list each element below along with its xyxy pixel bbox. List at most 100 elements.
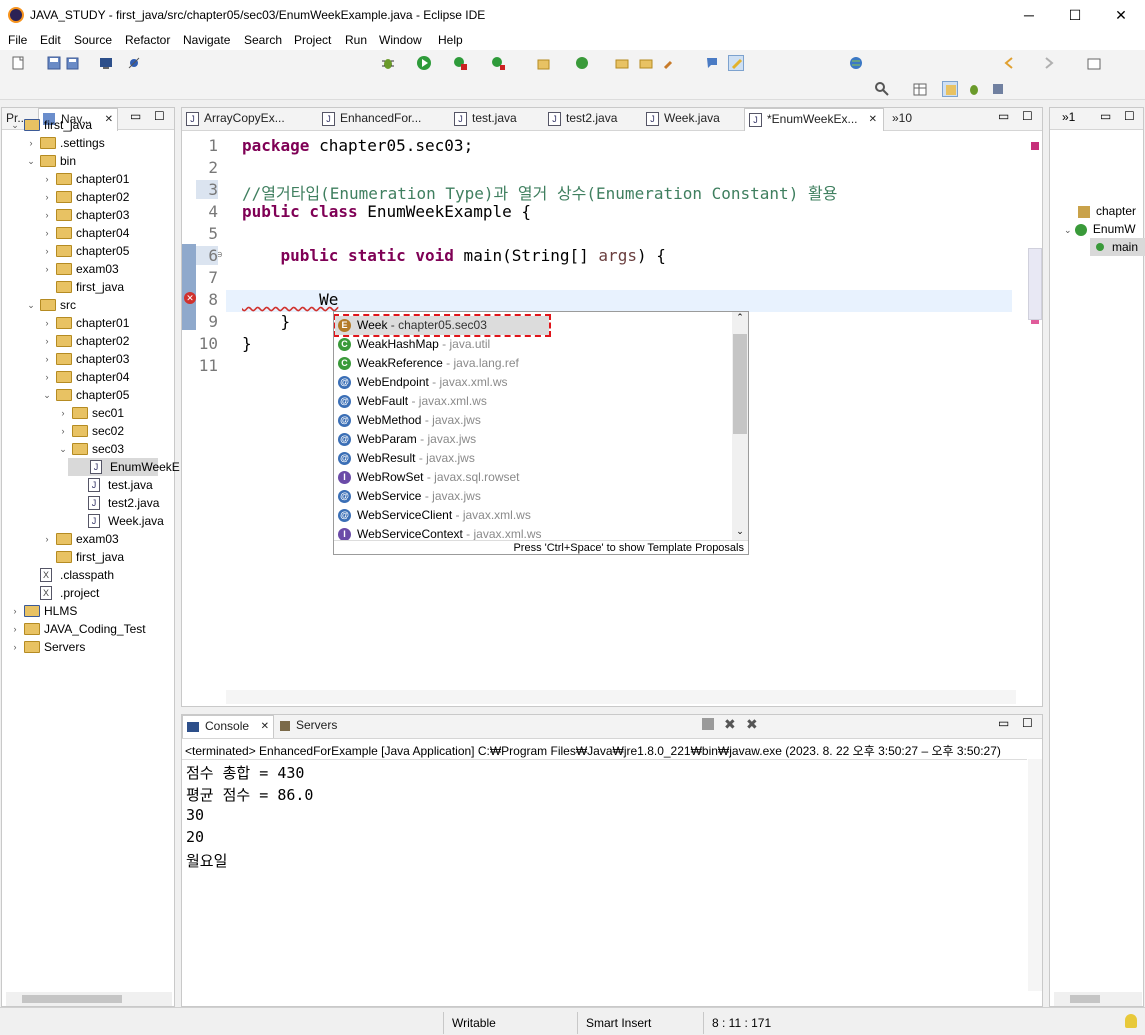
tab-test[interactable]: Jtest.java (450, 108, 538, 130)
tree-item[interactable]: › chapter05 (2, 242, 174, 260)
menu-project[interactable]: Project (294, 33, 331, 47)
chevron-down-icon[interactable]: ⌄ (26, 152, 36, 170)
console-vscroll[interactable] (1028, 759, 1042, 991)
save-icon[interactable] (46, 55, 62, 71)
menu-refactor[interactable]: Refactor (125, 33, 170, 47)
tree-item[interactable]: › chapter01 (2, 314, 174, 332)
assist-item[interactable]: E Week - chapter05.sec03 (334, 314, 551, 337)
tree-item[interactable]: ⌄ first_java (2, 116, 174, 134)
minimize-view-icon[interactable]: ▭ (998, 109, 1009, 123)
lightbulb-icon[interactable] (1125, 1014, 1137, 1028)
tree-item[interactable]: ⌄ src (2, 296, 174, 314)
remove-all-icon[interactable]: ✖ (746, 716, 758, 733)
outline-item-enum[interactable]: ⌄ EnumW (1064, 222, 1136, 236)
error-icon[interactable]: ✕ (184, 292, 196, 304)
tab-arraycopy[interactable]: J ArrayCopyEx... (182, 108, 312, 130)
chevron-right-icon[interactable]: › (58, 422, 68, 440)
console-output[interactable]: 점수 총합 = 430 평균 점수 = 86.0 30 20 월요일 (182, 759, 1027, 989)
debug-icon[interactable] (380, 55, 396, 71)
minimize-view-icon[interactable]: ▭ (1100, 109, 1111, 123)
tab-enhancedfor[interactable]: J EnhancedFor... (318, 108, 444, 130)
tab-console[interactable]: Console ✕ (182, 715, 274, 738)
terminal-icon[interactable] (98, 55, 114, 71)
tree-item[interactable]: › chapter02 (2, 188, 174, 206)
minimize-view-icon[interactable]: ▭ (998, 716, 1009, 730)
search-toolbar-icon[interactable] (662, 55, 678, 71)
tree-item[interactable]: first_java (2, 548, 174, 566)
chevron-right-icon[interactable]: › (42, 350, 52, 368)
chevron-right-icon[interactable]: › (42, 332, 52, 350)
menu-file[interactable]: File (8, 33, 27, 47)
chevron-right-icon[interactable]: › (42, 188, 52, 206)
tree-item[interactable]: › exam03 (2, 530, 174, 548)
close-button[interactable]: ✕ (1098, 0, 1144, 30)
tree-item[interactable]: J Week.java (2, 512, 174, 530)
tree-item[interactable]: › JAVA_Coding_Test (2, 620, 174, 638)
menu-edit[interactable]: Edit (40, 33, 61, 47)
tree-item[interactable]: › sec01 (2, 404, 174, 422)
chevron-right-icon[interactable]: › (10, 620, 20, 638)
editor-vscroll[interactable] (1028, 248, 1042, 320)
tree-item[interactable]: ⌄ chapter05 (2, 386, 174, 404)
remove-launch-icon[interactable]: ✖ (724, 716, 736, 733)
maximize-view-icon[interactable]: ☐ (1022, 716, 1033, 730)
new-icon[interactable] (10, 55, 26, 71)
tab-servers[interactable]: Servers (278, 715, 358, 737)
tree-item[interactable]: J EnumWeekE (68, 458, 180, 476)
tree-item[interactable]: › HLMS (2, 602, 174, 620)
navigator-hscroll[interactable] (6, 992, 172, 1006)
tree-item[interactable]: › chapter03 (2, 350, 174, 368)
coverage-icon[interactable] (452, 55, 468, 71)
highlight-icon[interactable] (728, 55, 744, 71)
chevron-right-icon[interactable]: › (42, 368, 52, 386)
open-perspective-icon[interactable] (912, 81, 928, 97)
menu-source[interactable]: Source (74, 33, 112, 47)
editor-hscroll[interactable] (226, 690, 1016, 704)
menu-run[interactable]: Run (345, 33, 367, 47)
chevron-down-icon[interactable]: ⌄ (42, 386, 52, 404)
chevron-right-icon[interactable]: › (42, 260, 52, 278)
chevron-down-icon[interactable]: ⌄ (10, 116, 20, 134)
tree-item[interactable]: ⌄ bin (2, 152, 174, 170)
minimize-button[interactable]: ─ (1006, 0, 1052, 30)
terminate-icon[interactable] (702, 718, 714, 730)
menu-help[interactable]: Help (438, 33, 463, 47)
outline-item-package[interactable]: chapter (1078, 204, 1136, 218)
menu-navigate[interactable]: Navigate (183, 33, 230, 47)
tree-item[interactable]: X .project (2, 584, 174, 602)
java-perspective-icon[interactable] (990, 81, 1006, 97)
tab-overflow[interactable]: »10 (890, 108, 920, 130)
chevron-down-icon[interactable]: ⌄ (58, 440, 68, 458)
chevron-right-icon[interactable]: › (42, 224, 52, 242)
maximize-view-icon[interactable]: ☐ (1022, 109, 1033, 123)
tree-item[interactable]: › .settings (2, 134, 174, 152)
external-tools-icon[interactable] (490, 55, 506, 71)
chevron-right-icon[interactable]: › (10, 602, 20, 620)
chevron-right-icon[interactable]: › (42, 314, 52, 332)
chevron-right-icon[interactable]: › (58, 404, 68, 422)
new-class-icon[interactable] (574, 55, 590, 71)
java-ee-perspective-icon[interactable] (942, 81, 958, 97)
tree-item[interactable]: first_java (2, 278, 174, 296)
tree-item[interactable]: › chapter04 (2, 224, 174, 242)
chevron-right-icon[interactable]: › (42, 206, 52, 224)
outline-overflow[interactable]: »1 (1062, 110, 1075, 124)
tree-item[interactable]: › chapter02 (2, 332, 174, 350)
open-type-icon[interactable] (614, 55, 630, 71)
tree-item[interactable]: X .classpath (2, 566, 174, 584)
tree-item[interactable]: Jtest2.java (2, 494, 174, 512)
tree-item[interactable]: › chapter01 (2, 170, 174, 188)
globe-icon[interactable] (848, 55, 864, 71)
chevron-right-icon[interactable]: › (10, 638, 20, 656)
assist-scrollbar[interactable]: ⌃ ⌄ (732, 312, 748, 540)
tab-test2[interactable]: Jtest2.java (544, 108, 638, 130)
chevron-right-icon[interactable]: › (42, 170, 52, 188)
menu-search[interactable]: Search (244, 33, 282, 47)
tree-item[interactable]: ⌄ sec03 (2, 440, 174, 458)
tree-item[interactable]: › chapter03 (2, 206, 174, 224)
menu-window[interactable]: Window (379, 33, 422, 47)
tree-item[interactable]: › chapter04 (2, 368, 174, 386)
tab-week[interactable]: J Week.java (642, 108, 742, 130)
tree-item[interactable]: Jtest.java (2, 476, 174, 494)
run-icon[interactable] (416, 55, 432, 71)
